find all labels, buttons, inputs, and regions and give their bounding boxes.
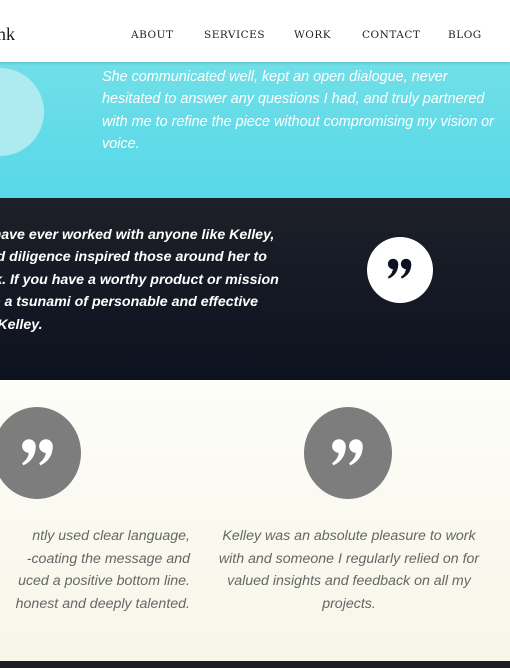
footer-bar	[0, 661, 510, 668]
testimonial-cyan: She communicated well, kept an open dial…	[0, 62, 510, 198]
nav-work[interactable]: WORK	[294, 29, 331, 41]
nav-services[interactable]: SERVICES	[204, 29, 265, 41]
nav-about[interactable]: ABOUT	[131, 29, 173, 41]
quote-icon	[22, 439, 53, 466]
main-nav: ABOUT SERVICES WORK CONTACT BLOG	[0, 29, 510, 43]
testimonial-text: Kelley was an absolute pleasure to work …	[218, 528, 480, 612]
testimonial-dark: u have ever worked with anyone like Kell…	[0, 198, 510, 380]
testimonial-grid: ntly used clear language, -coating the m…	[0, 380, 510, 661]
testimonial-text: She communicated well, kept an open dial…	[102, 69, 494, 153]
testimonial-text: ntly used clear language, -coating the m…	[15, 528, 190, 612]
testimonial-text: u have ever worked with anyone like Kell…	[0, 227, 279, 333]
quote-badge	[304, 407, 392, 499]
quote-icon	[332, 439, 363, 466]
site-header: nk ABOUT SERVICES WORK CONTACT BLOG	[0, 0, 510, 62]
quote-icon	[387, 258, 412, 279]
quote-badge	[0, 407, 81, 499]
nav-blog[interactable]: BLOG	[448, 29, 482, 41]
nav-contact[interactable]: CONTACT	[362, 29, 420, 41]
quote-badge	[367, 237, 433, 303]
quote-circle-light	[0, 68, 44, 156]
